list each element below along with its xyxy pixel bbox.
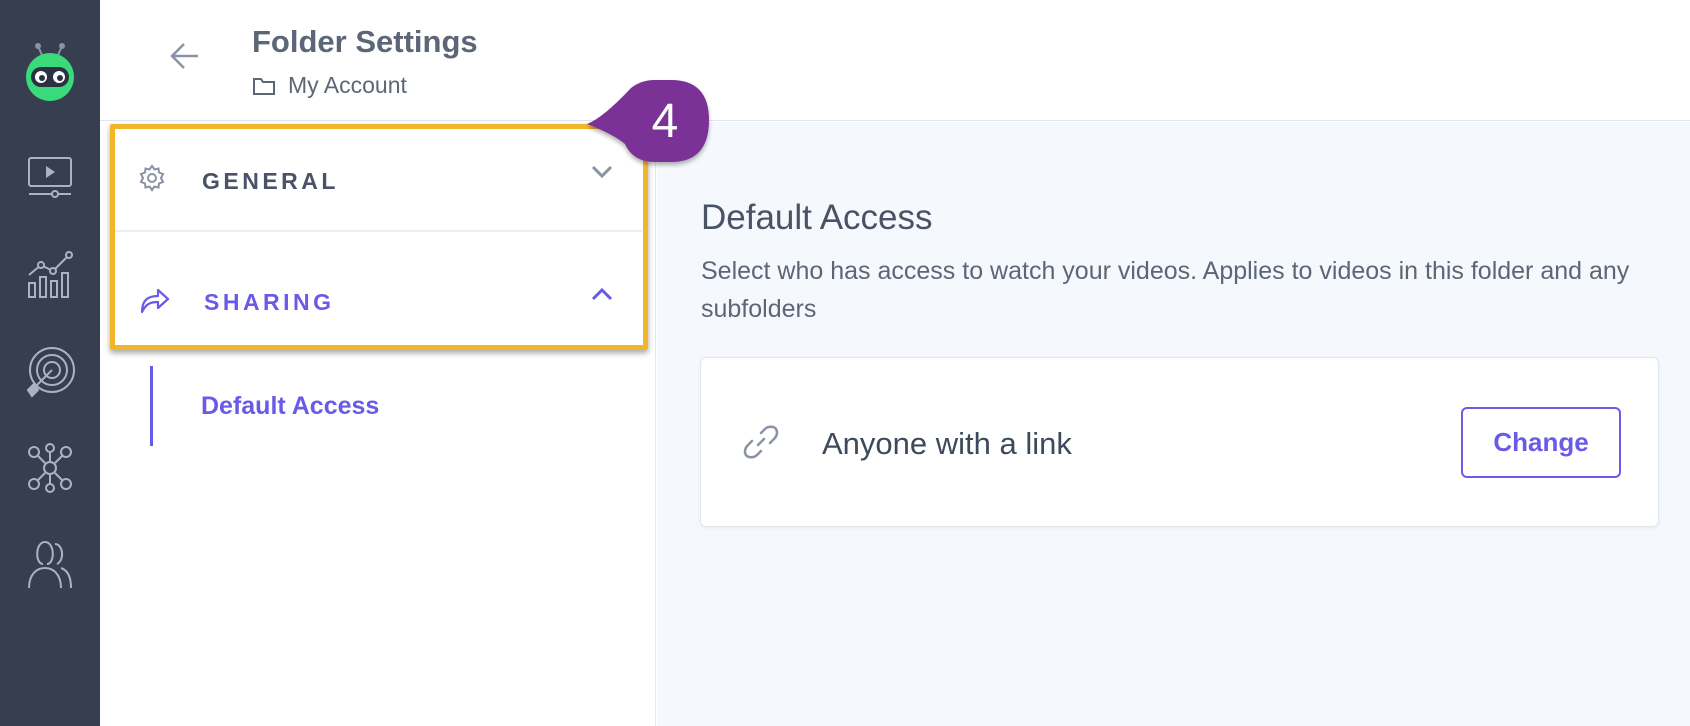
chevron-up-icon [590,286,614,307]
folder-icon [253,77,275,95]
left-nav [0,0,100,726]
menu-section-general[interactable]: GENERAL [114,124,642,232]
target-icon[interactable] [20,342,80,402]
link-icon [743,424,779,465]
menu-section-sharing[interactable]: SHARING [114,246,642,354]
menu-section-label: GENERAL [202,168,339,194]
analytics-icon[interactable] [20,244,80,304]
breadcrumb[interactable]: My Account [252,72,407,99]
arrow-left-icon [170,43,198,69]
share-icon [138,286,170,319]
chevron-down-icon [590,164,614,185]
page-title: Folder Settings [252,24,478,59]
gear-icon [138,164,166,197]
default-access-card: Anyone with a link Change [700,357,1659,527]
menu-section-label: SHARING [204,289,335,315]
videos-icon[interactable] [20,148,80,208]
change-button[interactable]: Change [1461,407,1621,478]
access-value: Anyone with a link [822,426,1072,461]
back-button[interactable] [164,36,204,76]
sub-item-default-access[interactable]: Default Access [150,366,379,446]
users-icon[interactable] [20,534,80,594]
page-header: Folder Settings My Account [100,0,1690,121]
section-description: Select who has access to watch your vide… [701,257,1630,323]
section-title: Default Access [701,198,933,237]
main-content: Default Access Select who has access to … [657,122,1690,726]
sub-item-label: Default Access [201,392,380,420]
settings-menu: GENERAL SHARING Default Access [100,122,656,726]
integrations-icon[interactable] [20,438,80,498]
step-number: 4 [651,95,679,148]
vidyard-logo-icon[interactable] [20,42,80,102]
breadcrumb-item: My Account [288,72,407,98]
